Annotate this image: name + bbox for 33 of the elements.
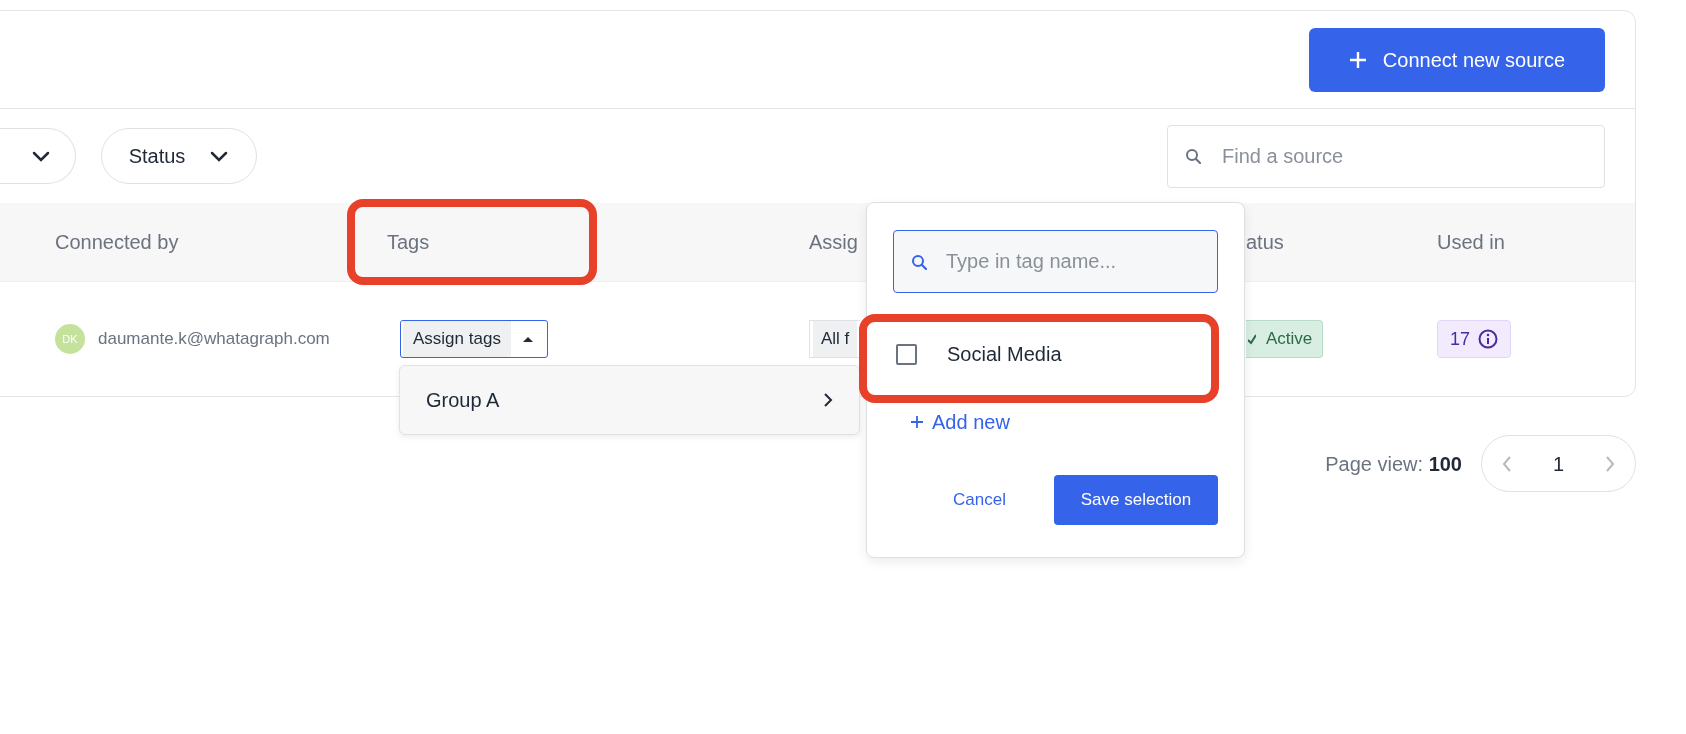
chevron-left-icon[interactable] <box>1502 455 1512 472</box>
check-icon <box>1248 333 1256 345</box>
filter-dropdown[interactable]: Status <box>101 128 257 184</box>
usage-count-badge: 17 <box>1437 320 1512 358</box>
status-badge: Active <box>1246 320 1324 358</box>
assigned-chip: All f <box>809 320 861 358</box>
column-header: Connected by <box>55 231 179 253</box>
column-header: atus <box>1246 231 1284 253</box>
add-new-tag-button[interactable]: Add new <box>893 397 1016 447</box>
filter-dropdown[interactable] <box>0 128 76 184</box>
tag-option[interactable]: Social Media <box>947 339 1062 369</box>
search-icon <box>911 253 927 270</box>
search-icon <box>1185 148 1201 164</box>
column-header: Used in <box>1437 231 1505 253</box>
checkbox[interactable] <box>896 343 917 365</box>
page-view-label: Page view: 100 <box>1325 451 1462 477</box>
user-email: daumante.k@whatagraph.com <box>98 328 330 351</box>
tag-search-field[interactable]: Type in tag name... <box>893 230 1218 293</box>
plus-icon <box>910 415 924 429</box>
plus-icon <box>1348 50 1367 69</box>
connect-source-button[interactable]: Connect new source <box>1309 27 1605 92</box>
chevron-right-icon[interactable] <box>1605 455 1615 472</box>
assign-tags-dropdown[interactable]: Assign tags <box>400 320 548 358</box>
avatar: DK <box>55 324 85 354</box>
column-header: Assig <box>809 231 858 253</box>
save-selection-button[interactable]: Save selection <box>1054 475 1218 525</box>
search-field[interactable]: Find a source <box>1167 124 1605 188</box>
chevron-right-icon <box>823 393 833 407</box>
info-icon <box>1478 329 1499 349</box>
tag-group-item[interactable]: Group A <box>399 365 860 435</box>
column-header: Tags <box>347 199 597 285</box>
cancel-button[interactable]: Cancel <box>947 486 1012 514</box>
page-number[interactable]: 1 <box>1552 448 1565 479</box>
